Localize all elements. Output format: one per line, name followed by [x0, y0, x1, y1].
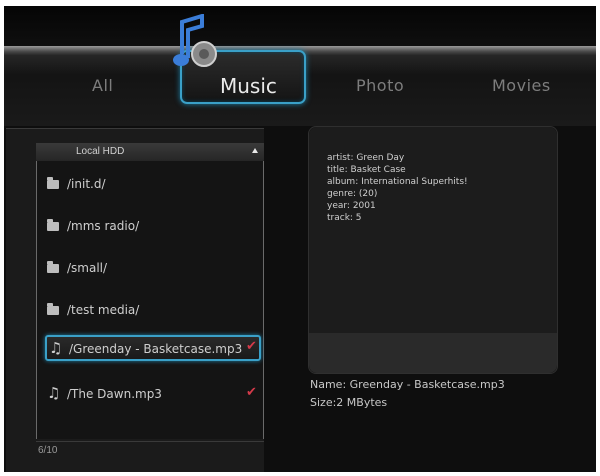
folder-icon — [47, 177, 59, 189]
meta-track: track: 5 — [327, 213, 362, 223]
item-label: /init.d/ — [67, 177, 106, 191]
audio-file-icon: ♫ — [47, 384, 61, 402]
file-name-line: Name: Greenday - Basketcase.mp3 — [310, 378, 505, 391]
file-item[interactable]: ♫ /The Dawn.mp3 — [45, 381, 261, 407]
folder-icon — [47, 303, 59, 315]
item-label: /The Dawn.mp3 — [67, 387, 162, 401]
folder-item[interactable]: /test media/ — [45, 297, 261, 323]
tab-photo[interactable]: Photo — [356, 76, 404, 95]
music-note-icon — [173, 14, 217, 67]
item-label: /mms radio/ — [67, 219, 140, 233]
media-browser-screen: All Music Photo Movies Local HDD /init.d… — [4, 6, 596, 472]
folder-item[interactable]: /small/ — [45, 255, 261, 281]
checkmark-icon: ✔ — [246, 339, 257, 354]
file-browser-panel: Local HDD /init.d/ /mms radio/ /small/ /tes… — [6, 128, 264, 472]
metadata-panel: artist: Green Day title: Basket Case alb… — [308, 126, 558, 374]
meta-artist: artist: Green Day — [327, 153, 405, 163]
folder-item[interactable]: /mms radio/ — [45, 213, 261, 239]
item-label: /small/ — [67, 261, 108, 275]
meta-genre: genre: (20) — [327, 189, 378, 199]
file-item[interactable]: ♫ /Greenday - Basketcase.mp3 — [45, 335, 261, 361]
source-label: Local HDD — [76, 146, 125, 157]
item-label: /test media/ — [67, 303, 140, 317]
tab-movies[interactable]: Movies — [492, 76, 551, 95]
folder-icon — [47, 261, 59, 273]
source-header[interactable]: Local HDD — [36, 143, 264, 161]
item-label: /Greenday - Basketcase.mp3 — [69, 342, 243, 356]
meta-title: title: Basket Case — [327, 165, 406, 175]
checkmark-icon: ✔ — [246, 385, 257, 400]
page-counter: 6/10 — [38, 445, 58, 456]
folder-icon — [47, 219, 59, 231]
meta-album: album: International Superhits! — [327, 177, 468, 187]
audio-file-icon: ♫ — [49, 339, 63, 357]
list-footer-divider — [36, 441, 264, 442]
metadata-area: artist: Green Day title: Basket Case alb… — [309, 127, 557, 333]
meta-year: year: 2001 — [327, 201, 376, 211]
folder-item[interactable]: /init.d/ — [45, 171, 261, 197]
tab-all[interactable]: All — [92, 76, 113, 95]
scroll-up-icon[interactable] — [252, 148, 258, 153]
file-size-line: Size:2 MBytes — [310, 396, 388, 409]
metadata-footer — [309, 333, 557, 373]
tab-music-label: Music — [220, 74, 277, 98]
file-list[interactable]: /init.d/ /mms radio/ /small/ /test media/ ♫ /… — [36, 161, 264, 439]
